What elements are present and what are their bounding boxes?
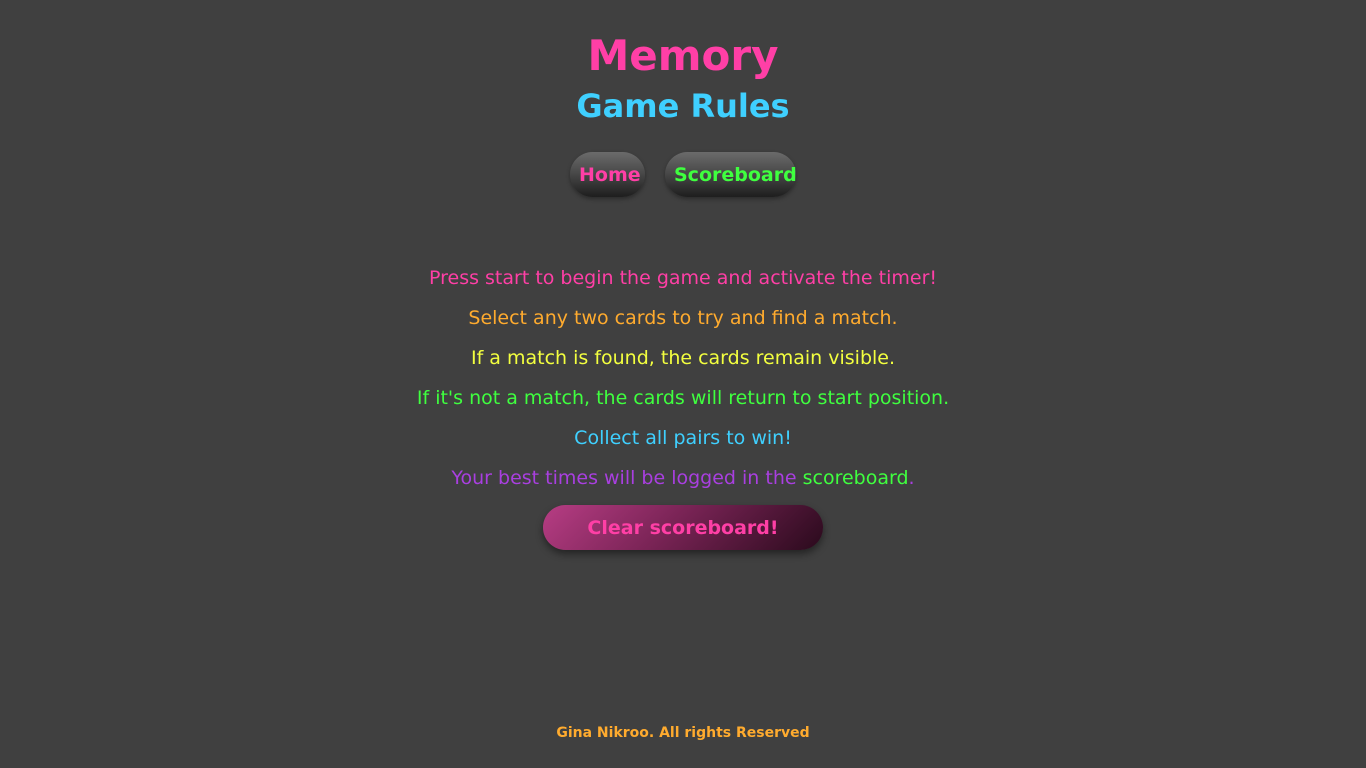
clear-scoreboard-button[interactable]: Clear scoreboard! [543,505,823,550]
clear-wrap: Clear scoreboard! [0,505,1366,550]
rule-item: Select any two cards to try and find a m… [468,307,898,329]
rule-text: Your best times will be logged in the [451,467,803,489]
home-button[interactable]: Home [570,152,645,197]
rule-item: If it's not a match, the cards will retu… [416,387,950,409]
scoreboard-button[interactable]: Scoreboard [665,152,797,197]
nav-bar: Home Scoreboard [0,152,1366,197]
page-subtitle: Game Rules [576,87,790,125]
rules-page: Memory Game Rules Home Scoreboard Press … [0,0,1366,768]
rule-item: Collect all pairs to win! [574,427,792,449]
footer-copyright: Gina Nikroo. All rights Reserved [556,725,810,741]
scoreboard-link[interactable]: scoreboard [803,467,909,489]
page-title: Memory [587,31,779,80]
rule-item: Press start to begin the game and activa… [428,267,938,289]
rule-item: If a match is found, the cards remain vi… [470,347,896,369]
rules-list: Press start to begin the game and activa… [0,258,1366,498]
rule-item-scoreboard: Your best times will be logged in the sc… [0,458,1366,498]
rule-text-end: . [908,467,915,489]
